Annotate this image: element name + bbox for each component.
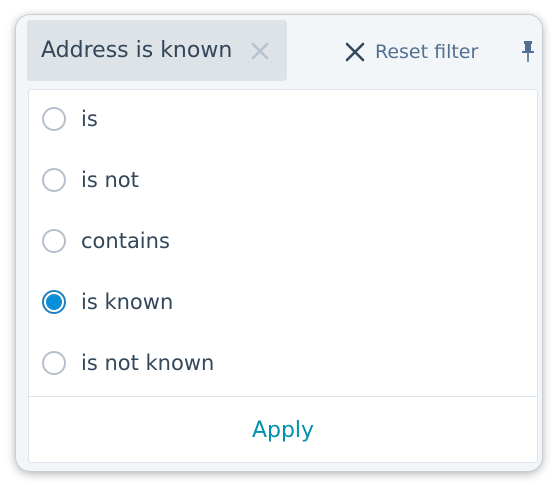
option-is-not[interactable]: is not [29,155,537,205]
option-contains[interactable]: contains [29,216,537,266]
radio-contains[interactable] [42,229,66,253]
option-is-known[interactable]: is known [29,277,537,327]
operator-dropdown: is is not contains is known is not known… [28,89,538,463]
option-label: contains [81,229,170,253]
option-is-not-known[interactable]: is not known [29,338,537,388]
filter-chip-operator: is known [135,38,233,63]
reset-filter-button[interactable]: Reset filter [344,37,478,67]
filter-toolbar: Address is known Reset filter [16,15,542,89]
pin-icon[interactable] [519,40,537,64]
close-icon[interactable] [248,39,272,63]
option-label: is [81,107,98,131]
filter-chip[interactable]: Address is known [27,20,287,81]
reset-filter-label: Reset filter [375,41,479,63]
radio-is[interactable] [42,107,66,131]
option-label: is not [81,168,139,192]
apply-button[interactable]: Apply [29,397,537,463]
radio-is-known[interactable] [42,290,66,314]
radio-is-not-known[interactable] [42,351,66,375]
option-label: is known [81,290,174,314]
option-label: is not known [81,351,215,375]
option-is[interactable]: is [29,94,537,144]
radio-is-not[interactable] [42,168,66,192]
filter-popover-window: Address is known Reset filter is is not [16,15,542,471]
filter-chip-field: Address [41,38,129,63]
close-icon [345,42,365,62]
